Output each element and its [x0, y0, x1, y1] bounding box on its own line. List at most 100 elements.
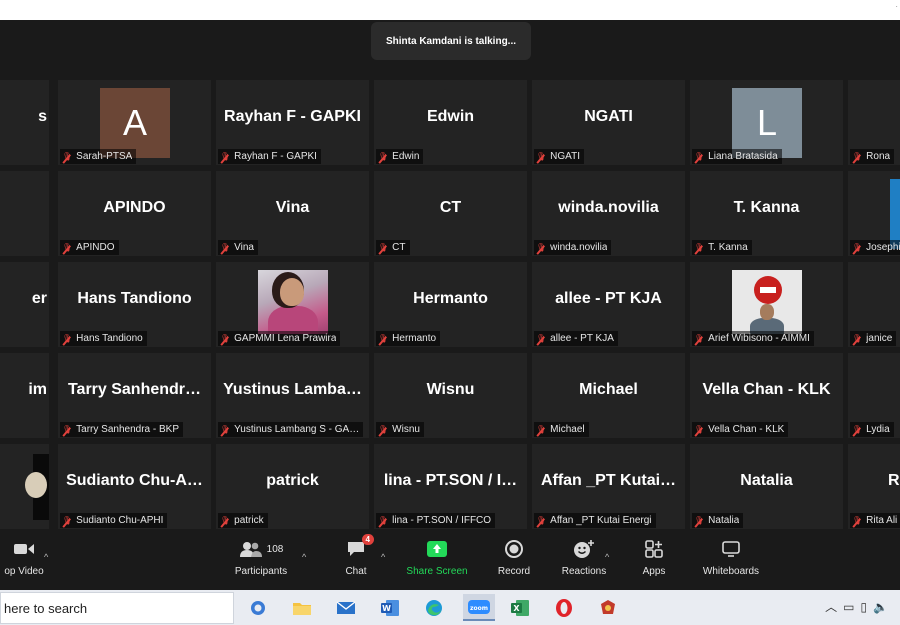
- participant-tile[interactable]: Vina 🎙 Vina: [216, 171, 369, 256]
- top-strip-mark: ·: [895, 2, 898, 11]
- participant-display-name: CT: [439, 199, 462, 216]
- participant-name-label: 🎙 Rita Ali: [850, 513, 900, 528]
- participant-tile[interactable]: Wisnu 🎙 Wisnu: [374, 353, 527, 438]
- taskbar-search-box[interactable]: here to search: [0, 592, 234, 624]
- opera-icon[interactable]: [550, 594, 578, 621]
- volume-icon[interactable]: 🔈: [873, 600, 894, 614]
- participant-name-text: Liana Bratasida: [708, 151, 778, 162]
- muted-mic-icon: 🎙: [694, 516, 705, 525]
- participant-name-text: NGATI: [550, 151, 580, 162]
- file-explorer-icon[interactable]: [288, 594, 316, 621]
- participant-display-name: Hans Tandiono: [77, 290, 192, 307]
- muted-mic-icon: 🎙: [378, 243, 389, 252]
- participant-tile[interactable]: lina - PT.SON / I… 🎙 lina - PT.SON / IFFCO: [374, 444, 527, 529]
- participant-display-name: Natalia: [740, 472, 793, 489]
- reactions-button[interactable]: Reactions: [558, 530, 610, 590]
- participant-tile[interactable]: er: [0, 262, 49, 347]
- participant-name-text: Vella Chan - KLK: [708, 424, 785, 435]
- mail-icon[interactable]: [332, 594, 360, 621]
- participant-name-text: winda.novilia: [550, 242, 608, 253]
- participants-button[interactable]: 108 Participants: [230, 530, 292, 590]
- participant-tile[interactable]: APINDO 🎙 APINDO: [58, 171, 211, 256]
- participant-tile[interactable]: im: [0, 353, 49, 438]
- battery-icon[interactable]: ▯: [860, 600, 873, 614]
- participant-display-name: Tarry Sanhendr…: [67, 381, 202, 398]
- participant-name-label: 🎙 Hans Tandiono: [60, 331, 147, 346]
- excel-icon[interactable]: X: [506, 594, 534, 621]
- participant-tile[interactable]: Tarry Sanhendr… 🎙 Tarry Sanhendra - BKP: [58, 353, 211, 438]
- participant-display-name: R: [888, 472, 900, 489]
- participant-tile[interactable]: [0, 171, 49, 256]
- system-tray[interactable]: ︿▭▯🔈: [825, 598, 894, 615]
- muted-mic-icon: 🎙: [852, 516, 863, 525]
- participant-name-label: 🎙 Tarry Sanhendra - BKP: [60, 422, 183, 437]
- apps-button[interactable]: Apps: [636, 530, 672, 590]
- participant-tile[interactable]: Yustinus Lamba… 🎙 Yustinus Lambang S - GA…: [216, 353, 369, 438]
- participant-tile[interactable]: Hermanto 🎙 Hermanto: [374, 262, 527, 347]
- participant-name-text: Rayhan F - GAPKI: [234, 151, 317, 162]
- cortana-icon[interactable]: [244, 594, 272, 621]
- participant-tile[interactable]: A 🎙 Sarah-PTSA: [58, 80, 211, 165]
- participant-tile[interactable]: Affan _PT Kutai… 🎙 Affan _PT Kutai Energi: [532, 444, 685, 529]
- participant-tile[interactable]: T. Kanna 🎙 T. Kanna: [690, 171, 843, 256]
- muted-mic-icon: 🎙: [852, 243, 863, 252]
- zoom-app-icon[interactable]: zoom: [463, 594, 495, 621]
- participant-tile[interactable]: Michael 🎙 Michael: [532, 353, 685, 438]
- edge-icon[interactable]: [420, 594, 448, 621]
- word-icon[interactable]: W: [376, 594, 404, 621]
- participant-tile[interactable]: Vella Chan - KLK 🎙 Vella Chan - KLK: [690, 353, 843, 438]
- participant-avatar: L: [732, 88, 802, 158]
- participant-tile[interactable]: CT 🎙 CT: [374, 171, 527, 256]
- participant-name-label: 🎙 Michael: [534, 422, 589, 437]
- game-app-icon[interactable]: [594, 594, 622, 621]
- participant-tile[interactable]: 🎙Josephine: [848, 171, 900, 256]
- participant-tile[interactable]: 🎙 janice: [848, 262, 900, 347]
- participants-options-caret[interactable]: ^: [302, 552, 306, 562]
- muted-mic-icon: 🎙: [852, 334, 863, 343]
- participant-display-name: Wisnu: [426, 381, 475, 398]
- participant-name-text: T. Kanna: [708, 242, 748, 253]
- participant-tile[interactable]: Sudianto Chu-A… 🎙 Sudianto Chu-APHI: [58, 444, 211, 529]
- participant-tile[interactable]: 🎙 GAPMMI Lena Prawira: [216, 262, 369, 347]
- participants-icon: 108: [239, 536, 283, 562]
- participant-tile[interactable]: Hans Tandiono 🎙 Hans Tandiono: [58, 262, 211, 347]
- record-button[interactable]: Record: [494, 530, 534, 590]
- participant-tile[interactable]: Natalia 🎙 Natalia: [690, 444, 843, 529]
- participant-tile[interactable]: L 🎙 Liana Bratasida: [690, 80, 843, 165]
- participant-name-label: 🎙 Hermanto: [376, 331, 441, 346]
- participant-tile[interactable]: Rayhan F - GAPKI 🎙 Rayhan F - GAPKI: [216, 80, 369, 165]
- participant-name-label: 🎙 janice: [850, 331, 897, 346]
- participant-name-text: Wisnu: [392, 424, 420, 435]
- participant-tile[interactable]: 🎙 Arief Wibisono - AIMMI: [690, 262, 843, 347]
- network-icon[interactable]: ▭: [843, 600, 860, 614]
- chat-button[interactable]: 4 Chat: [336, 530, 376, 590]
- whiteboards-label: Whiteboards: [702, 566, 760, 577]
- record-label: Record: [497, 566, 531, 577]
- participant-tile[interactable]: 🎙 Lydia: [848, 353, 900, 438]
- participant-tile[interactable]: Edwin 🎙 Edwin: [374, 80, 527, 165]
- windows-taskbar: here to search W zoom X ︿▭▯🔈: [0, 590, 900, 625]
- video-options-caret[interactable]: ^: [44, 552, 48, 562]
- participant-tile[interactable]: patrick 🎙 patrick: [216, 444, 369, 529]
- stop-video-button[interactable]: op Video: [0, 530, 48, 590]
- whiteboards-button[interactable]: Whiteboards: [696, 530, 766, 590]
- muted-mic-icon: 🎙: [220, 516, 231, 525]
- participant-tile[interactable]: NGATI 🎙 NGATI: [532, 80, 685, 165]
- muted-mic-icon: 🎙: [220, 243, 231, 252]
- participant-video-photo: [258, 270, 328, 334]
- participant-name-text: CT: [392, 242, 406, 253]
- reactions-options-caret[interactable]: ^: [605, 552, 609, 562]
- participant-name-text: Sarah-PTSA: [76, 151, 133, 162]
- participant-tile[interactable]: s: [0, 80, 49, 165]
- participant-tile[interactable]: [0, 444, 49, 529]
- participant-tile[interactable]: winda.novilia 🎙 winda.novilia: [532, 171, 685, 256]
- participant-tile[interactable]: allee - PT KJA 🎙 allee - PT KJA: [532, 262, 685, 347]
- participant-name-label: 🎙 Sarah-PTSA: [60, 149, 137, 164]
- participant-tile[interactable]: R 🎙 Rita Ali: [848, 444, 900, 529]
- participant-tile[interactable]: 🎙 Rona: [848, 80, 900, 165]
- chat-options-caret[interactable]: ^: [381, 552, 385, 562]
- window-top-strip: ·: [0, 0, 900, 20]
- tray-chevron-up-icon[interactable]: ︿: [825, 600, 843, 614]
- participant-display-name: allee - PT KJA: [555, 290, 662, 307]
- share-screen-button[interactable]: Share Screen: [404, 530, 470, 590]
